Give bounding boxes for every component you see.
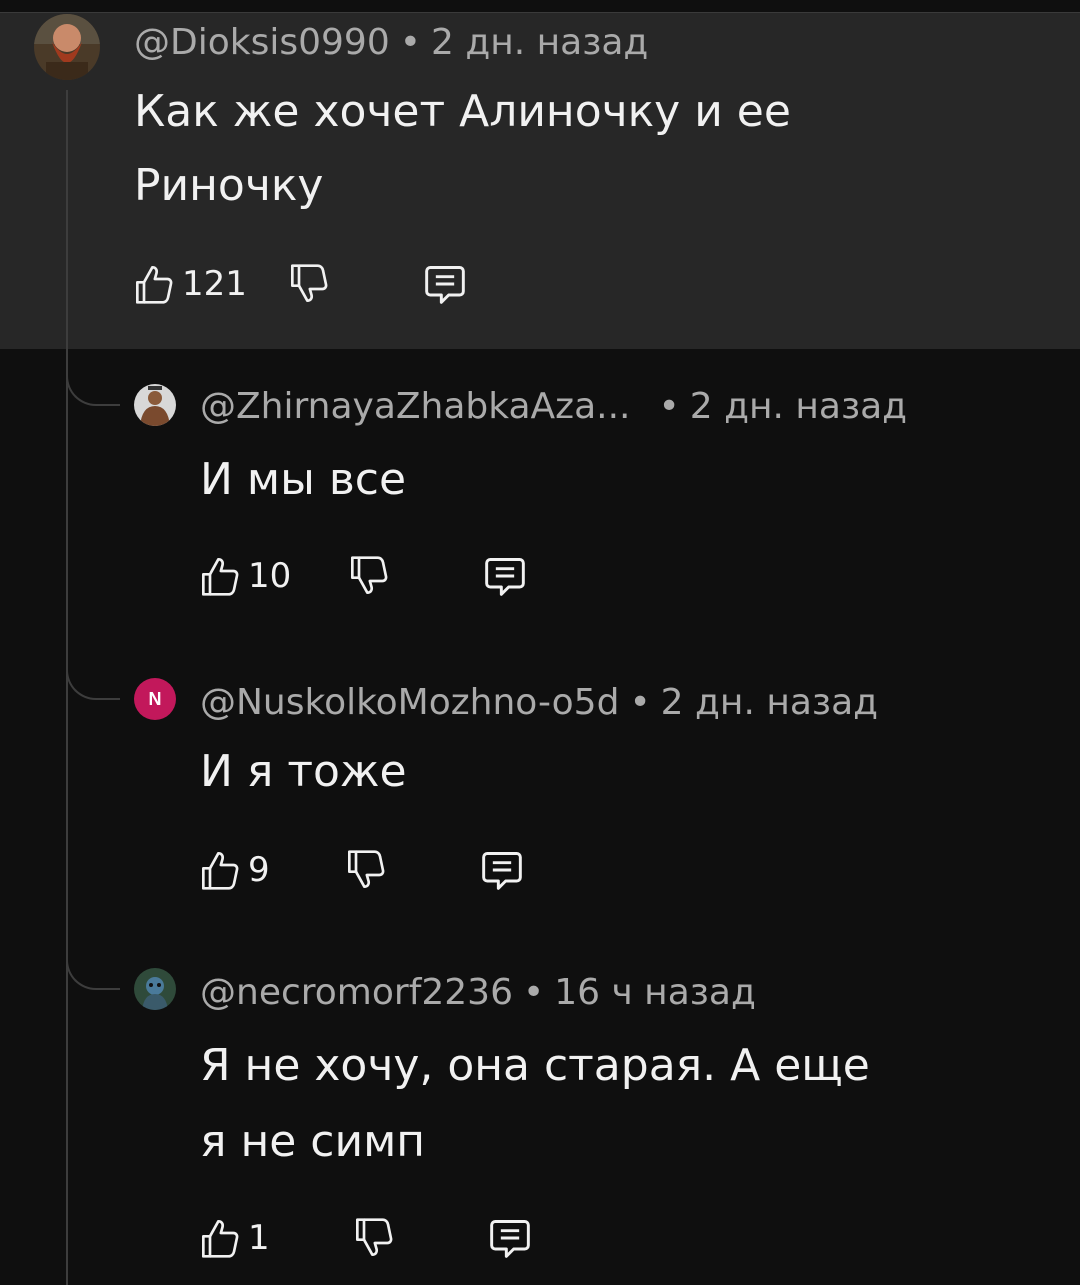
like-count: 1	[248, 1218, 270, 1258]
thumb-down-icon	[290, 264, 328, 302]
avatar[interactable]	[134, 968, 176, 1010]
comment-actions: 10	[200, 554, 527, 598]
author-name[interactable]: @Dioksis0990	[134, 22, 390, 63]
like-count: 9	[248, 850, 270, 890]
comment-meta: @NuskolkoMozhno-o5d • 2 дн. назад	[200, 682, 878, 723]
avatar[interactable]: N	[134, 678, 176, 720]
reply-icon	[489, 1220, 530, 1258]
thumb-up-icon	[202, 852, 239, 890]
author-name[interactable]: @ZhirnayaZhabkaAza...	[200, 386, 630, 427]
meta-dot: •	[629, 682, 651, 723]
dislike-button[interactable]	[354, 1216, 394, 1260]
like-count: 121	[182, 264, 247, 304]
reply-button[interactable]	[480, 848, 524, 892]
like-button[interactable]: 10	[200, 554, 291, 598]
comment-text-line2: я не симп	[200, 1116, 426, 1167]
like-button[interactable]: 1	[200, 1216, 270, 1260]
dislike-button[interactable]	[346, 848, 386, 892]
comment-actions: 1	[200, 1216, 532, 1260]
thumb-up-icon	[136, 266, 173, 304]
comment-text: И мы все	[200, 454, 407, 505]
thumb-down-icon	[347, 850, 385, 889]
author-name[interactable]: @NuskolkoMozhno-o5d	[200, 682, 619, 723]
thumb-up-icon	[202, 1220, 239, 1258]
reply-button[interactable]	[423, 262, 467, 306]
comment-text: И я тоже	[200, 746, 407, 797]
comments-page: @Dioksis0990 • 2 дн. назад Как же хочет Ал…	[0, 0, 1080, 1285]
comment-text-line2: Риночку	[134, 160, 324, 211]
like-button[interactable]: 9	[200, 848, 270, 892]
avatar-character-icon	[134, 968, 176, 1010]
thumb-down-icon	[355, 1218, 393, 1256]
comment-time[interactable]: 16 ч назад	[554, 972, 756, 1013]
reply-icon	[485, 558, 526, 596]
meta-dot: •	[522, 972, 545, 1013]
thumb-down-icon	[351, 556, 388, 595]
thread-line	[66, 90, 68, 1285]
comment-actions: 121	[134, 262, 467, 306]
comment-text: Я не хочу, она старая. А еще	[200, 1040, 870, 1091]
reply-button[interactable]	[488, 1216, 532, 1260]
comment-meta: @ZhirnayaZhabkaAza... • 2 дн. назад	[200, 386, 907, 427]
like-count: 10	[248, 556, 292, 596]
meta-dot: •	[658, 386, 680, 427]
comment-actions: 9	[200, 848, 524, 892]
thumb-up-icon	[202, 558, 239, 596]
author-name[interactable]: @necromorf2236	[200, 972, 513, 1013]
thread-branch	[66, 656, 120, 700]
like-button[interactable]: 121	[134, 262, 247, 306]
comment-meta: @necromorf2236 • 16 ч назад	[200, 972, 756, 1013]
meta-dot: •	[399, 22, 421, 63]
thread-branch	[66, 946, 120, 990]
dislike-button[interactable]	[349, 554, 389, 598]
comment-time[interactable]: 2 дн. назад	[690, 386, 907, 427]
avatar[interactable]	[134, 384, 176, 426]
avatar-bearded-man-icon	[34, 14, 100, 80]
avatar[interactable]	[34, 14, 100, 80]
comment-time[interactable]: 2 дн. назад	[431, 22, 648, 63]
reply-button[interactable]	[483, 554, 527, 598]
avatar-muscle-man-icon	[134, 384, 176, 426]
dislike-button[interactable]	[289, 262, 329, 306]
comment-text: Как же хочет Алиночку и ее	[134, 86, 791, 137]
thread-branch	[66, 362, 120, 406]
reply-icon	[481, 852, 522, 890]
comment-time[interactable]: 2 дн. назад	[661, 682, 878, 723]
top-divider	[0, 0, 1080, 13]
comment-meta: @Dioksis0990 • 2 дн. назад	[134, 22, 648, 63]
reply-icon	[425, 266, 465, 304]
